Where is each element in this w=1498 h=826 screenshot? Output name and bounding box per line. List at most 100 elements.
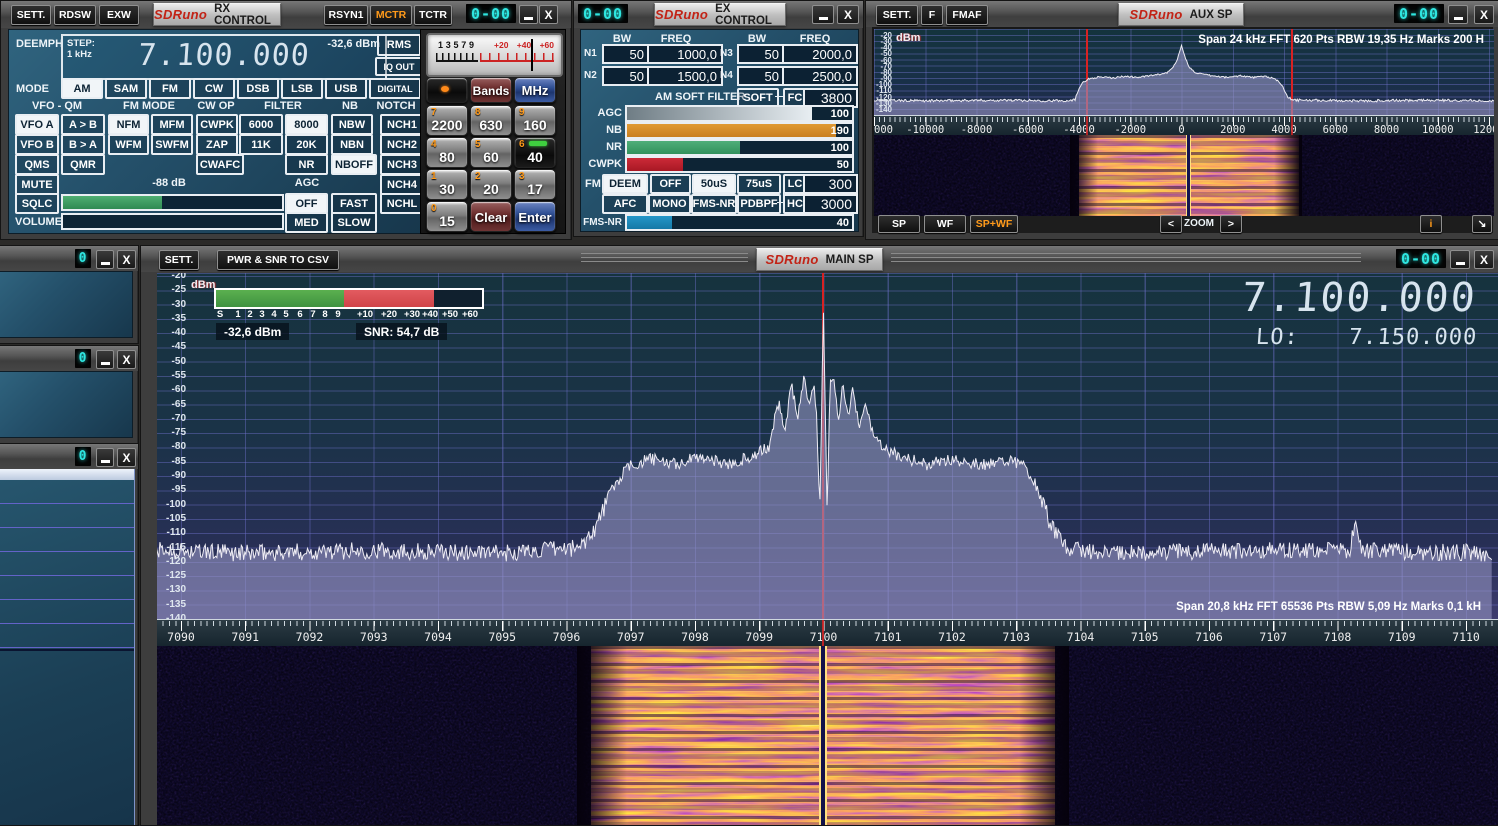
- hc-value-field[interactable]: 3000: [803, 194, 858, 214]
- aux-zoom-out-button[interactable]: <: [1160, 215, 1182, 233]
- mode-sam-button[interactable]: SAM: [105, 78, 147, 99]
- nch1-button[interactable]: NCH1: [380, 114, 424, 135]
- main-csv-button[interactable]: PWR & SNR TO CSV: [217, 250, 339, 270]
- rx-exw-button[interactable]: EXW: [99, 5, 139, 25]
- main-waterfall[interactable]: [157, 646, 1498, 825]
- mode-lsb-button[interactable]: LSB: [281, 78, 323, 99]
- deemph-75us-button[interactable]: 75uS: [737, 174, 781, 194]
- fmsnr-slider[interactable]: 40: [625, 214, 854, 231]
- qms-button[interactable]: QMS: [15, 154, 59, 175]
- left-window-3-minimize[interactable]: [96, 448, 114, 467]
- vfo-a-button[interactable]: VFO A: [15, 114, 59, 135]
- sqlc-button[interactable]: SQLC: [15, 193, 59, 214]
- aux-sp-view-button[interactable]: SP: [878, 215, 920, 233]
- cwpk-slider[interactable]: 50: [625, 156, 854, 173]
- n3-freq-field[interactable]: 2000,0: [782, 44, 858, 64]
- mono-button[interactable]: MONO: [648, 194, 691, 214]
- keypad-key-5[interactable]: 560: [470, 137, 512, 168]
- aux-zoom-in-button[interactable]: >: [1220, 215, 1242, 233]
- afc-button[interactable]: AFC: [602, 194, 648, 214]
- keypad-key-3[interactable]: 317: [514, 169, 556, 200]
- filter-8000-button[interactable]: 8000: [285, 114, 328, 135]
- n2-bw-field[interactable]: 50: [602, 66, 650, 86]
- nr-button[interactable]: NR: [285, 154, 328, 175]
- deemph-off-button[interactable]: OFF: [650, 174, 691, 194]
- nch4-button[interactable]: NCH4: [380, 174, 424, 195]
- mode-cw-button[interactable]: CW: [193, 78, 235, 99]
- left-window-2-close[interactable]: X: [117, 350, 136, 369]
- filter-20k-button[interactable]: 20K: [285, 134, 328, 155]
- aux-f-button[interactable]: F: [921, 5, 943, 25]
- agc-slow-button[interactable]: SLOW: [331, 212, 377, 233]
- aux-settings-button[interactable]: SETT.: [876, 5, 918, 25]
- aux-info-button[interactable]: i: [1420, 215, 1442, 233]
- left-window-2-minimize[interactable]: [96, 350, 114, 369]
- nfm-button[interactable]: NFM: [108, 114, 149, 135]
- zap-button[interactable]: ZAP: [196, 134, 238, 155]
- deemph-50us-button[interactable]: 50uS: [692, 174, 736, 194]
- mfm-button[interactable]: MFM: [151, 114, 193, 135]
- aux-fmaf-button[interactable]: FMAF: [946, 5, 988, 25]
- filter-6000-button[interactable]: 6000: [239, 114, 283, 135]
- cwafc-button[interactable]: CWAFC: [196, 154, 244, 175]
- agc-off-button[interactable]: OFF: [285, 193, 328, 214]
- rms-button[interactable]: RMS: [377, 34, 421, 56]
- ex-close-button[interactable]: X: [837, 5, 859, 24]
- bands-key[interactable]: Bands: [470, 77, 512, 103]
- n2-freq-field[interactable]: 1500,0: [647, 66, 723, 86]
- keypad-key-6-active-band[interactable]: 640: [514, 137, 556, 168]
- vfo-b-button[interactable]: VFO B: [15, 134, 59, 155]
- rx-minimize-button[interactable]: [519, 5, 538, 24]
- aux-frequency-axis[interactable]: -12000-10000-8000-6000-4000-200002000400…: [874, 115, 1494, 136]
- qmr-button[interactable]: QMR: [61, 154, 105, 175]
- nch3-button[interactable]: NCH3: [380, 154, 424, 175]
- nbn-button[interactable]: NBN: [331, 134, 373, 155]
- main-sp-titlebar[interactable]: SETT. PWR & SNR TO CSV SDRuno MAIN SP 0-…: [141, 246, 1498, 272]
- agc-slider[interactable]: 100: [625, 105, 854, 122]
- aux-minimize-button[interactable]: [1448, 5, 1468, 24]
- agc-med-button[interactable]: MED: [285, 212, 328, 233]
- frequency-display[interactable]: STEP: 1 kHz 7.100.000 -32,6 dBm: [61, 34, 387, 80]
- rx-control-titlebar[interactable]: SETT. RDSW EXW SDRuno RX CONTROL RSYN1 M…: [1, 1, 571, 28]
- mode-dsb-button[interactable]: DSB: [237, 78, 279, 99]
- main-title-plate[interactable]: SDRuno MAIN SP: [756, 248, 883, 271]
- left-window-3-titlebar[interactable]: 0 X: [0, 444, 138, 469]
- keypad-key-8[interactable]: 8630: [470, 105, 512, 136]
- rx-tctr-button[interactable]: TCTR: [414, 5, 452, 25]
- n3-bw-field[interactable]: 50: [737, 44, 785, 64]
- band-indicator-key[interactable]: [426, 77, 468, 103]
- n1-bw-field[interactable]: 50: [602, 44, 650, 64]
- aux-spectrum-plot[interactable]: dBm Span 24 kHz FFT 620 Pts RBW 19,35 Hz…: [874, 29, 1494, 115]
- n4-bw-field[interactable]: 50: [737, 66, 785, 86]
- keypad-key-2[interactable]: 220: [470, 169, 512, 200]
- left-window-2-titlebar[interactable]: 0 X: [0, 346, 138, 371]
- rx-rdsw-button[interactable]: RDSW: [54, 5, 96, 25]
- b-to-a-button[interactable]: B > A: [61, 134, 105, 155]
- rx-mctr-button[interactable]: MCTR: [370, 5, 412, 25]
- cwpk-button[interactable]: CWPK: [196, 114, 238, 135]
- nb-slider[interactable]: 190: [625, 122, 854, 139]
- a-to-b-button[interactable]: A > B: [61, 114, 105, 135]
- main-minimize-button[interactable]: [1450, 250, 1470, 269]
- ex-control-titlebar[interactable]: 0-00 SDRuno EX CONTROL X: [574, 1, 863, 28]
- main-settings-button[interactable]: SETT.: [159, 250, 199, 270]
- keypad-key-7[interactable]: 72200: [426, 105, 468, 136]
- pdbpf-button[interactable]: PDBPF: [737, 194, 781, 214]
- left-window-1-close[interactable]: X: [117, 250, 136, 269]
- swfm-button[interactable]: SWFM: [151, 134, 193, 155]
- fms-nr-button[interactable]: FMS-NR: [691, 194, 737, 214]
- rx-close-button[interactable]: X: [539, 5, 558, 24]
- keypad-key-4[interactable]: 480: [426, 137, 468, 168]
- filter-11k-button[interactable]: 11K: [239, 134, 283, 155]
- mode-fm-button[interactable]: FM: [149, 78, 191, 99]
- nboff-button[interactable]: NBOFF: [331, 154, 377, 175]
- main-spectrum-plot[interactable]: -20-25-30-35-40-45-50-55-60-65-70-75-80-…: [157, 273, 1498, 619]
- rx-rsyn1-button[interactable]: RSYN1: [324, 5, 368, 25]
- mute-button[interactable]: MUTE: [15, 174, 59, 195]
- mode-usb-button[interactable]: USB: [325, 78, 367, 99]
- keypad-key-0[interactable]: 015: [426, 201, 468, 232]
- mode-am-button[interactable]: AM: [61, 78, 103, 99]
- lc-value-field[interactable]: 300: [803, 174, 858, 194]
- nchl-button[interactable]: NCHL: [380, 193, 424, 214]
- keypad-key-1[interactable]: 130: [426, 169, 468, 200]
